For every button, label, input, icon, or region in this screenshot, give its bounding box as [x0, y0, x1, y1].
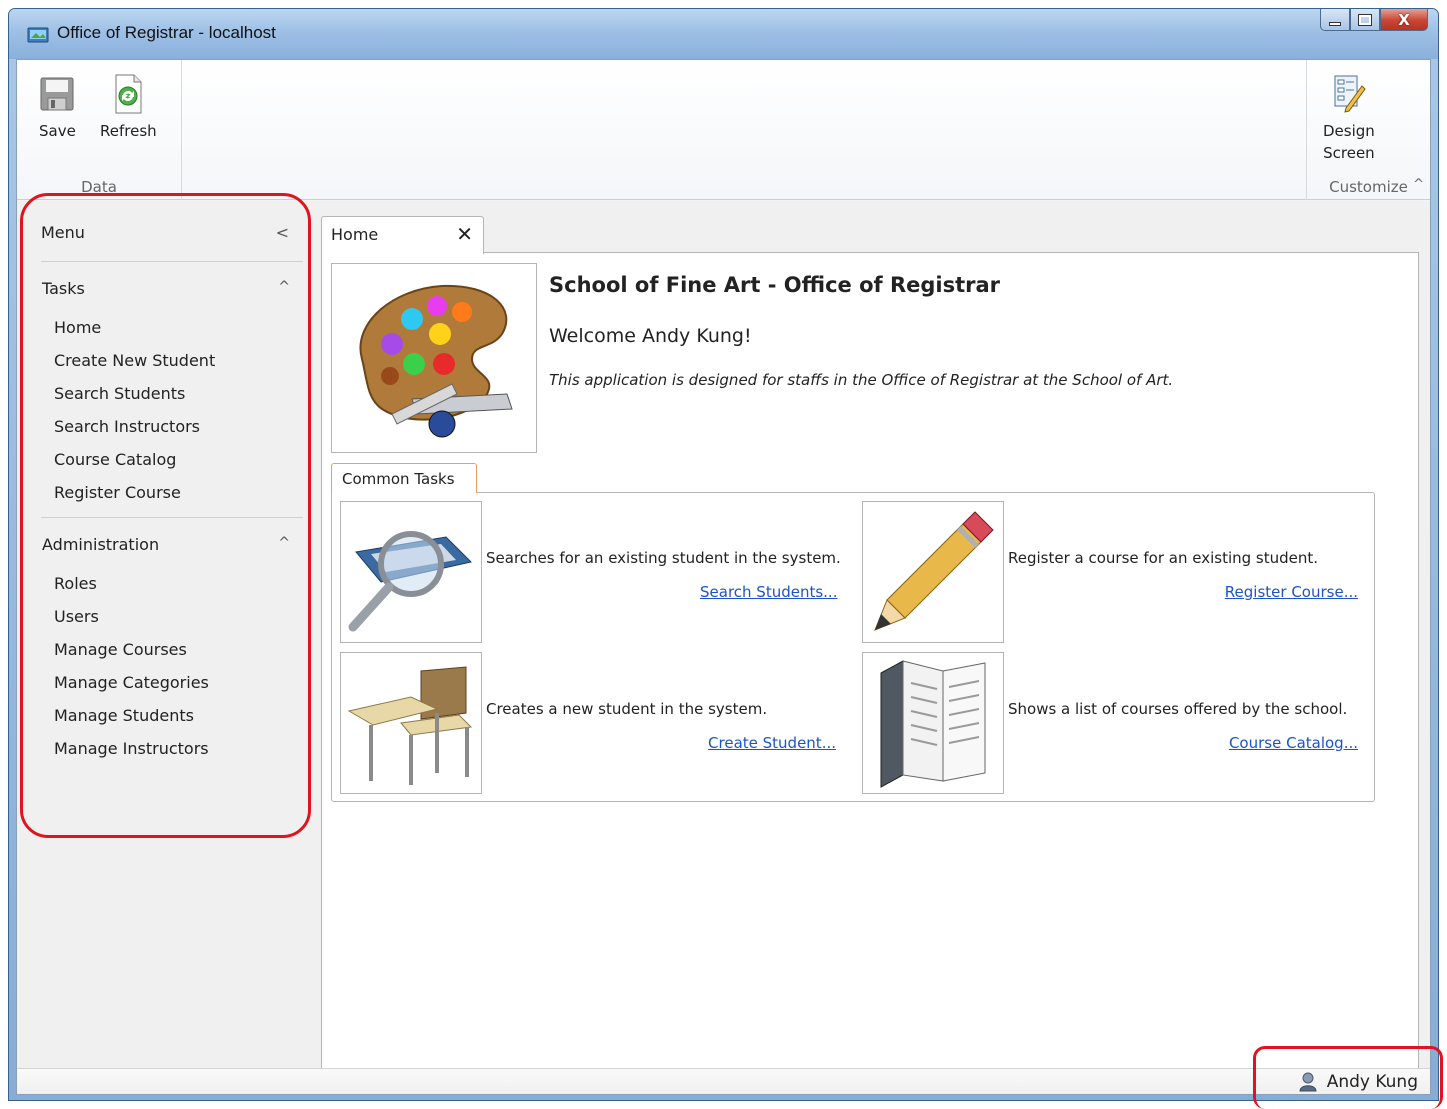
refresh-label: Refresh: [100, 122, 157, 140]
task-description-register: Register a course for an existing studen…: [1008, 549, 1319, 567]
tasks-collapse-icon: ^: [278, 279, 290, 295]
nav-item-manage-courses[interactable]: Manage Courses: [54, 640, 209, 673]
main-area: Menu < Tasks ^ Home Create New Student S…: [17, 201, 1430, 1069]
window-title: Office of Registrar - localhost: [57, 23, 276, 42]
nav-item-users[interactable]: Users: [54, 607, 209, 640]
app-description: This application is designed for staffs …: [549, 371, 1174, 389]
design-screen-label-line2: Screen: [1323, 144, 1375, 162]
nav-item-search-instructors[interactable]: Search Instructors: [54, 417, 215, 450]
close-button[interactable]: X: [1380, 9, 1428, 31]
content-area: Home ✕ School of Fine Art - Office of Re…: [321, 201, 1426, 1069]
nav-item-create-new-student[interactable]: Create New Student: [54, 351, 215, 384]
common-tasks-box: Searches for an existing student in the …: [331, 492, 1375, 802]
create-task-image[interactable]: [340, 652, 482, 794]
administration-list: Roles Users Manage Courses Manage Catego…: [54, 574, 209, 772]
title-bar[interactable]: Office of Registrar - localhost X: [9, 9, 1438, 59]
section-divider: [41, 517, 303, 518]
pencil-icon: [874, 511, 994, 631]
ribbon-group-label-data: Data: [81, 178, 117, 196]
welcome-message: Welcome Andy Kung!: [549, 325, 752, 347]
ribbon-collapse-icon[interactable]: ^: [1413, 177, 1424, 192]
window-controls: X: [1320, 9, 1428, 31]
nav-item-manage-categories[interactable]: Manage Categories: [54, 673, 209, 706]
navigation-menu: Menu < Tasks ^ Home Create New Student S…: [17, 201, 307, 1069]
current-user[interactable]: Andy Kung: [1299, 1072, 1418, 1092]
save-button[interactable]: Save: [39, 72, 76, 140]
task-description-create: Creates a new student in the system.: [486, 700, 768, 718]
status-bar: Andy Kung: [17, 1068, 1430, 1094]
task-description-catalog: Shows a list of courses offered by the s…: [1008, 700, 1348, 718]
save-icon: [40, 77, 74, 111]
ribbon-group-customize: Design Screen Customize ^: [1306, 60, 1430, 200]
menu-title: Menu: [41, 223, 85, 242]
design-screen-label-line1: Design: [1323, 122, 1375, 140]
home-panel: School of Fine Art - Office of Registrar…: [321, 252, 1419, 1069]
ribbon-group-data: Save Refresh Data: [17, 60, 182, 200]
refresh-button[interactable]: Refresh: [100, 72, 157, 140]
search-task-image[interactable]: [340, 501, 482, 643]
register-task-image[interactable]: [862, 501, 1004, 643]
menu-header: Menu <: [41, 223, 289, 253]
close-icon: X: [1398, 10, 1410, 29]
palette-icon: [359, 284, 513, 438]
user-name: Andy Kung: [1326, 1072, 1418, 1092]
page-title: School of Fine Art - Office of Registrar: [549, 273, 1001, 297]
nav-item-roles[interactable]: Roles: [54, 574, 209, 607]
section-label-administration: Administration: [42, 535, 160, 554]
tasks-list: Home Create New Student Search Students …: [54, 318, 215, 516]
common-tasks-tab[interactable]: Common Tasks: [331, 463, 477, 493]
minimize-icon: [1329, 21, 1341, 26]
nav-item-course-catalog[interactable]: Course Catalog: [54, 450, 215, 483]
application-window: Office of Registrar - localhost X Save R…: [8, 8, 1439, 1101]
save-label: Save: [39, 122, 76, 140]
tab-close-icon[interactable]: ✕: [456, 222, 473, 246]
user-icon: [1299, 1072, 1317, 1092]
nav-item-register-course[interactable]: Register Course: [54, 483, 215, 516]
section-label-tasks: Tasks: [42, 279, 85, 298]
desk-icon: [347, 666, 473, 785]
menu-divider: [41, 261, 303, 262]
book-icon: [880, 660, 986, 788]
nav-item-manage-instructors[interactable]: Manage Instructors: [54, 739, 209, 772]
register-course-link[interactable]: Register Course...: [1206, 583, 1358, 601]
ribbon: Save Refresh Data Design Screen Customiz…: [17, 60, 1430, 200]
catalog-task-image[interactable]: [862, 652, 1004, 794]
search-magnifier-icon: [348, 531, 472, 632]
tab-home-label: Home: [331, 225, 379, 244]
palette-image: [331, 263, 537, 453]
client-area: Save Refresh Data Design Screen Customiz…: [16, 59, 1431, 1095]
maximize-icon: [1358, 13, 1372, 26]
design-screen-button[interactable]: Design Screen: [1323, 72, 1375, 162]
nav-item-manage-students[interactable]: Manage Students: [54, 706, 209, 739]
menu-collapse-icon[interactable]: <: [276, 223, 289, 242]
section-header-tasks[interactable]: Tasks ^: [42, 279, 290, 298]
app-icon: [27, 27, 49, 43]
create-student-link[interactable]: Create Student...: [696, 734, 836, 752]
course-catalog-link[interactable]: Course Catalog...: [1210, 734, 1358, 752]
nav-item-search-students[interactable]: Search Students: [54, 384, 215, 417]
nav-item-home[interactable]: Home: [54, 318, 215, 351]
tab-home[interactable]: Home ✕: [321, 216, 484, 254]
design-screen-icon: [1334, 75, 1366, 113]
section-header-administration[interactable]: Administration ^: [42, 535, 290, 554]
ribbon-group-label-customize: Customize: [1329, 178, 1408, 196]
search-students-link[interactable]: Search Students...: [700, 583, 837, 601]
task-description-search: Searches for an existing student in the …: [486, 549, 841, 567]
administration-collapse-icon: ^: [278, 535, 290, 551]
refresh-icon: [115, 74, 142, 114]
maximize-button[interactable]: [1350, 9, 1380, 31]
minimize-button[interactable]: [1320, 9, 1350, 31]
